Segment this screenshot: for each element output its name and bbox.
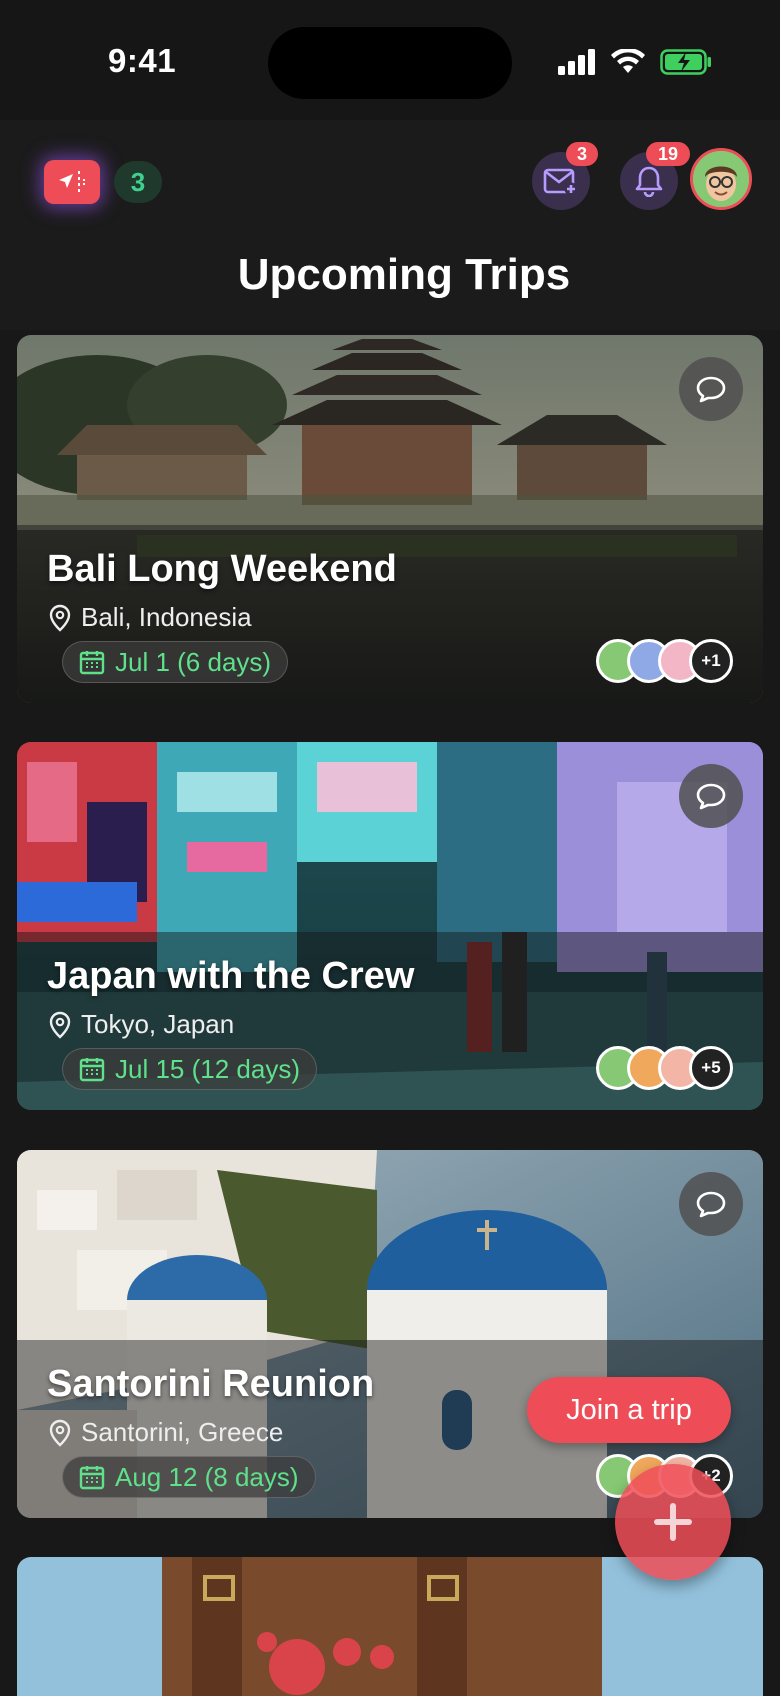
signal-icon (558, 49, 595, 75)
avatar-face-icon (693, 151, 749, 207)
calendar-icon (79, 1466, 105, 1490)
member-avatars[interactable]: +1 (596, 639, 733, 683)
chat-bubble-icon (696, 376, 726, 403)
plus-icon (654, 1503, 692, 1541)
chat-button[interactable] (679, 764, 743, 828)
profile-avatar[interactable] (690, 148, 752, 210)
battery-icon (660, 49, 711, 75)
trip-location-text: Santorini, Greece (81, 1417, 284, 1447)
trip-location-text: Bali, Indonesia (81, 602, 252, 632)
suitcase-photo (17, 1557, 763, 1696)
calendar-icon (79, 651, 105, 675)
trip-date-pill: Aug 12 (8 days) (62, 1456, 316, 1498)
trip-date-pill: Jul 15 (12 days) (62, 1048, 317, 1090)
member-avatars[interactable]: +5 (596, 1046, 733, 1090)
trip-count-badge: 3 (114, 161, 162, 203)
messages-badge: 3 (566, 142, 598, 166)
status-bar: 9:41 (0, 0, 780, 120)
chat-button[interactable] (679, 357, 743, 421)
dynamic-island (268, 27, 512, 99)
trip-date-text: Aug 12 (8 days) (115, 1461, 299, 1492)
trip-title: Bali Long Weekend (47, 548, 397, 590)
mail-plus-icon (543, 168, 578, 196)
calendar-icon (79, 1058, 105, 1082)
trip-card[interactable]: Japan with the Crew Tokyo, Japan Jul 15 … (17, 742, 763, 1110)
notifications-button[interactable]: 19 (620, 142, 690, 210)
trip-date-text: Jul 15 (12 days) (115, 1053, 300, 1084)
location-pin-icon (49, 604, 71, 632)
trip-location: Tokyo, Japan (49, 1009, 234, 1040)
trip-title: Japan with the Crew (47, 955, 415, 997)
trip-location: Bali, Indonesia (49, 602, 252, 633)
trip-title: Santorini Reunion (47, 1363, 375, 1405)
trip-card[interactable] (17, 1557, 763, 1696)
chat-bubble-icon (696, 1191, 726, 1218)
app-logo[interactable] (44, 160, 100, 204)
trip-location: Santorini, Greece (49, 1417, 283, 1448)
status-time: 9:41 (108, 42, 177, 79)
extra-members-count: +5 (689, 1046, 733, 1090)
wifi-icon (611, 49, 645, 73)
bell-icon (635, 166, 663, 197)
page-title: Upcoming Trips (237, 250, 571, 299)
trip-date-pill: Jul 1 (6 days) (62, 641, 289, 683)
trip-card[interactable]: Santorini Reunion Santorini, Greece Aug … (17, 1150, 763, 1518)
add-trip-button[interactable] (615, 1464, 731, 1580)
trip-date-text: Jul 1 (6 days) (115, 646, 272, 677)
extra-members-count: +1 (689, 639, 733, 683)
ticket-plane-icon (59, 171, 85, 193)
chat-bubble-icon (696, 783, 726, 810)
location-pin-icon (49, 1011, 71, 1039)
trip-card[interactable]: Bali Long Weekend Bali, Indonesia Jul 1 … (17, 335, 763, 703)
status-icons (558, 46, 712, 78)
messages-button[interactable]: 3 (532, 142, 598, 210)
chat-button[interactable] (679, 1172, 743, 1236)
location-pin-icon (49, 1419, 71, 1447)
app-header: 3 3 19 Upcoming Trips (0, 120, 780, 330)
notifications-badge: 19 (646, 142, 690, 166)
trip-location-text: Tokyo, Japan (81, 1009, 235, 1039)
join-trip-button[interactable]: Join a trip (527, 1377, 731, 1443)
